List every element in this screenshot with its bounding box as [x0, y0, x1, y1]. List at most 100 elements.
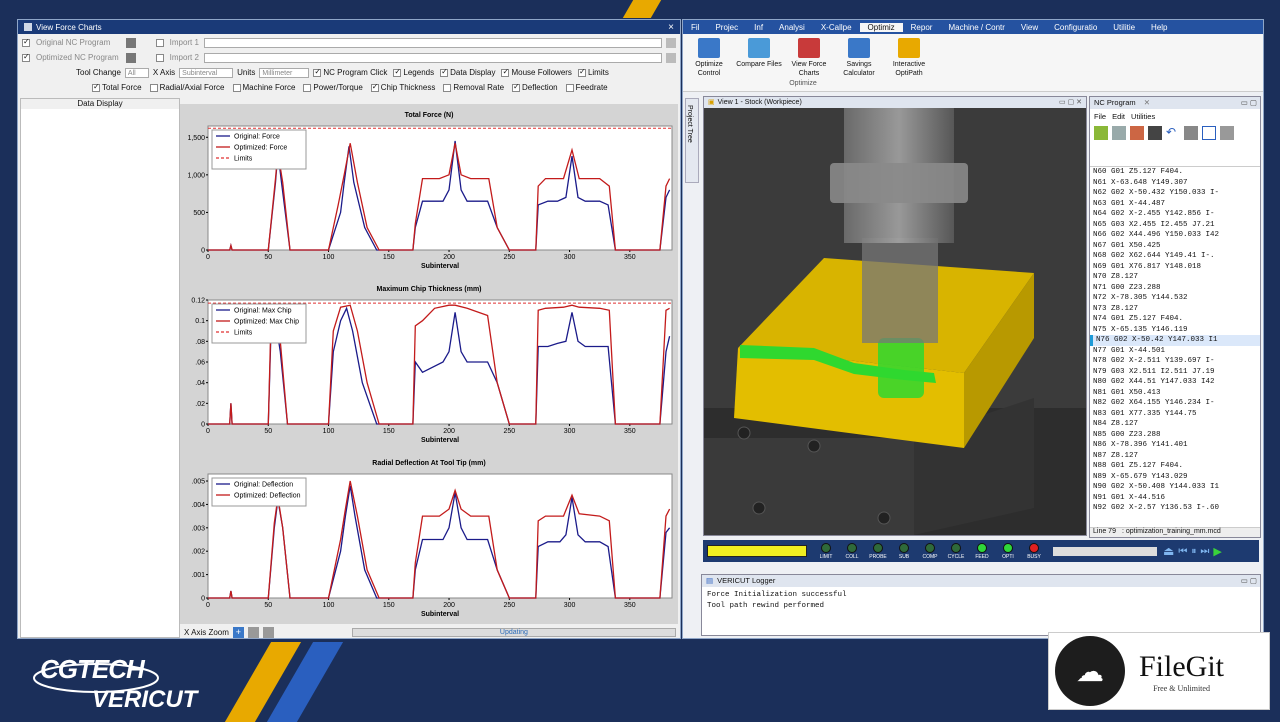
menu-utilitie[interactable]: Utilitie: [1105, 23, 1143, 32]
nc-line[interactable]: N83 G01 X77.335 Y144.75: [1090, 409, 1260, 420]
nc-line[interactable]: N84 Z8.127: [1090, 419, 1260, 430]
nc-line[interactable]: N76 G02 X-50.42 Y147.033 I1: [1090, 335, 1260, 346]
menu-help[interactable]: Help: [1143, 23, 1175, 32]
menu-analysi[interactable]: Analysi: [771, 23, 813, 32]
optimize-control-button[interactable]: Optimize Control: [685, 38, 733, 78]
menu-optimiz[interactable]: Optimiz: [859, 22, 903, 32]
toggle-total-force[interactable]: Total Force: [92, 82, 142, 92]
nc-tool-icon[interactable]: [1220, 126, 1234, 140]
nc-line[interactable]: N65 G03 X2.455 I2.455 J7.21: [1090, 220, 1260, 231]
nc-line[interactable]: N68 G02 X62.644 Y149.41 I-.: [1090, 251, 1260, 262]
optimized-program-checkbox[interactable]: [22, 52, 30, 62]
print-icon[interactable]: [1184, 126, 1198, 140]
nc-line[interactable]: N81 G01 X50.413: [1090, 388, 1260, 399]
menu-inf[interactable]: Inf: [746, 23, 771, 32]
checkbox[interactable]: [370, 82, 379, 92]
checkbox[interactable]: [512, 82, 521, 92]
pause-icon[interactable]: ⏸: [1191, 546, 1196, 557]
reset-icon[interactable]: ⏏: [1163, 544, 1174, 558]
nc-menu-file[interactable]: File: [1094, 112, 1106, 121]
nc-line[interactable]: N87 Z8.127: [1090, 451, 1260, 462]
nc-line[interactable]: N72 X-78.305 Y144.532: [1090, 293, 1260, 304]
nc-line[interactable]: N70 Z8.127: [1090, 272, 1260, 283]
checkbox[interactable]: [232, 83, 241, 92]
nc-tool-icon[interactable]: [1112, 126, 1126, 140]
nc-line[interactable]: N63 G01 X-44.487: [1090, 199, 1260, 210]
nc-line[interactable]: N77 G01 X-44.501: [1090, 346, 1260, 357]
zoom-in-icon[interactable]: +: [232, 626, 244, 638]
sim-speed-slider[interactable]: [1053, 546, 1157, 556]
import1-browse-icon[interactable]: [666, 37, 676, 48]
nc-line[interactable]: N73 Z8.127: [1090, 304, 1260, 315]
project-tree-tab[interactable]: Project Tree: [685, 98, 699, 183]
menu-machine-contr[interactable]: Machine / Contr: [940, 23, 1012, 32]
import2-checkbox[interactable]: [155, 53, 164, 62]
checkbox[interactable]: [443, 83, 452, 92]
import2-field[interactable]: [203, 52, 663, 63]
nc-line[interactable]: N86 X-78.396 Y141.401: [1090, 440, 1260, 451]
nc-line[interactable]: N64 G02 X-2.455 Y142.856 I-: [1090, 209, 1260, 220]
checkbox[interactable]: [313, 67, 322, 77]
view-force-charts-button[interactable]: View Force Charts: [785, 38, 833, 78]
toggle-chip-thickness[interactable]: Chip Thickness: [370, 82, 435, 92]
toggle-nc-program-click[interactable]: NC Program Click: [313, 67, 387, 77]
original-program-checkbox[interactable]: [22, 37, 30, 47]
checkbox[interactable]: [501, 67, 510, 77]
nc-menu-utilities[interactable]: Utilities: [1131, 112, 1155, 121]
zoom-fit-icon[interactable]: [262, 626, 274, 638]
nc-line[interactable]: N60 G01 Z5.127 F404.: [1090, 167, 1260, 178]
step-icon[interactable]: ⏭: [1200, 546, 1209, 557]
savings-calculator-button[interactable]: Savings Calculator: [835, 38, 883, 78]
tool-change-select[interactable]: All: [124, 67, 149, 78]
checkbox[interactable]: [149, 83, 158, 92]
nc-line[interactable]: N90 G02 X-50.408 Y144.033 I1: [1090, 482, 1260, 493]
import1-field[interactable]: [203, 37, 663, 48]
nc-line[interactable]: N88 G01 Z5.127 F404.: [1090, 461, 1260, 472]
close-button[interactable]: ×: [668, 22, 674, 33]
toggle-power-torque[interactable]: Power/Torque: [303, 83, 363, 92]
nc-line[interactable]: N80 G02 X44.51 Y147.033 I42: [1090, 377, 1260, 388]
original-program-browse-icon[interactable]: [125, 37, 136, 48]
nc-line[interactable]: N85 G00 Z23.288: [1090, 430, 1260, 441]
toggle-legends[interactable]: Legends: [393, 67, 434, 77]
nc-line[interactable]: N78 G02 X-2.511 Y139.697 I-: [1090, 356, 1260, 367]
checkbox[interactable]: [393, 67, 402, 77]
toggle-limits[interactable]: Limits: [577, 67, 609, 77]
import2-browse-icon[interactable]: [666, 52, 676, 63]
nc-line[interactable]: N66 G02 X44.496 Y150.033 I42: [1090, 230, 1260, 241]
checkbox[interactable]: [440, 67, 449, 77]
interactive-optipath-button[interactable]: Interactive OptiPath: [885, 38, 933, 78]
optimized-program-browse-icon[interactable]: [125, 52, 136, 63]
nc-tool-icon[interactable]: [1094, 126, 1108, 140]
nc-menu-edit[interactable]: Edit: [1112, 112, 1125, 121]
nc-line[interactable]: N79 G03 X2.511 I2.511 J7.19: [1090, 367, 1260, 378]
machine-3d-view[interactable]: [704, 108, 1086, 535]
toggle-mouse-followers[interactable]: Mouse Followers: [501, 67, 572, 77]
nc-line[interactable]: N75 X-65.135 Y146.119: [1090, 325, 1260, 336]
checkbox[interactable]: [565, 83, 574, 92]
checkbox[interactable]: [92, 82, 100, 92]
nc-tool-icon[interactable]: [1148, 126, 1162, 140]
nc-line[interactable]: N69 G01 X76.817 Y148.018: [1090, 262, 1260, 273]
nc-line[interactable]: N89 X-65.679 Y143.029: [1090, 472, 1260, 483]
split-view-icon[interactable]: [1202, 126, 1216, 140]
nc-line[interactable]: N67 G01 X50.425: [1090, 241, 1260, 252]
nc-line[interactable]: N82 G02 X64.155 Y146.234 I-: [1090, 398, 1260, 409]
menu-projec[interactable]: Projec: [707, 23, 746, 32]
nc-code-list[interactable]: N60 G01 Z5.127 F404. N61 X-63.648 Y149.30…: [1090, 166, 1260, 518]
nc-line[interactable]: N92 G02 X-2.57 Y136.53 I-.60: [1090, 503, 1260, 514]
toggle-radial-axial-force[interactable]: Radial/Axial Force: [149, 83, 225, 92]
nc-line[interactable]: N62 G02 X-50.432 Y150.033 I-: [1090, 188, 1260, 199]
checkbox[interactable]: [577, 67, 586, 77]
toggle-removal-rate[interactable]: Removal Rate: [443, 83, 504, 92]
nc-window-controls[interactable]: ▭ ▢: [1241, 97, 1260, 109]
checkbox[interactable]: [303, 83, 312, 92]
menu-x-callpe[interactable]: X-Callpe: [813, 23, 860, 32]
menu-repor[interactable]: Repor: [903, 23, 941, 32]
logger-window-controls[interactable]: ▭ ▢: [1241, 575, 1260, 587]
toggle-data-display[interactable]: Data Display: [440, 67, 495, 77]
zoom-out-icon[interactable]: [247, 626, 259, 638]
nc-line[interactable]: N91 G01 X-44.516: [1090, 493, 1260, 504]
menu-view[interactable]: View: [1013, 23, 1046, 32]
compare-files-button[interactable]: Compare Files: [735, 38, 783, 78]
